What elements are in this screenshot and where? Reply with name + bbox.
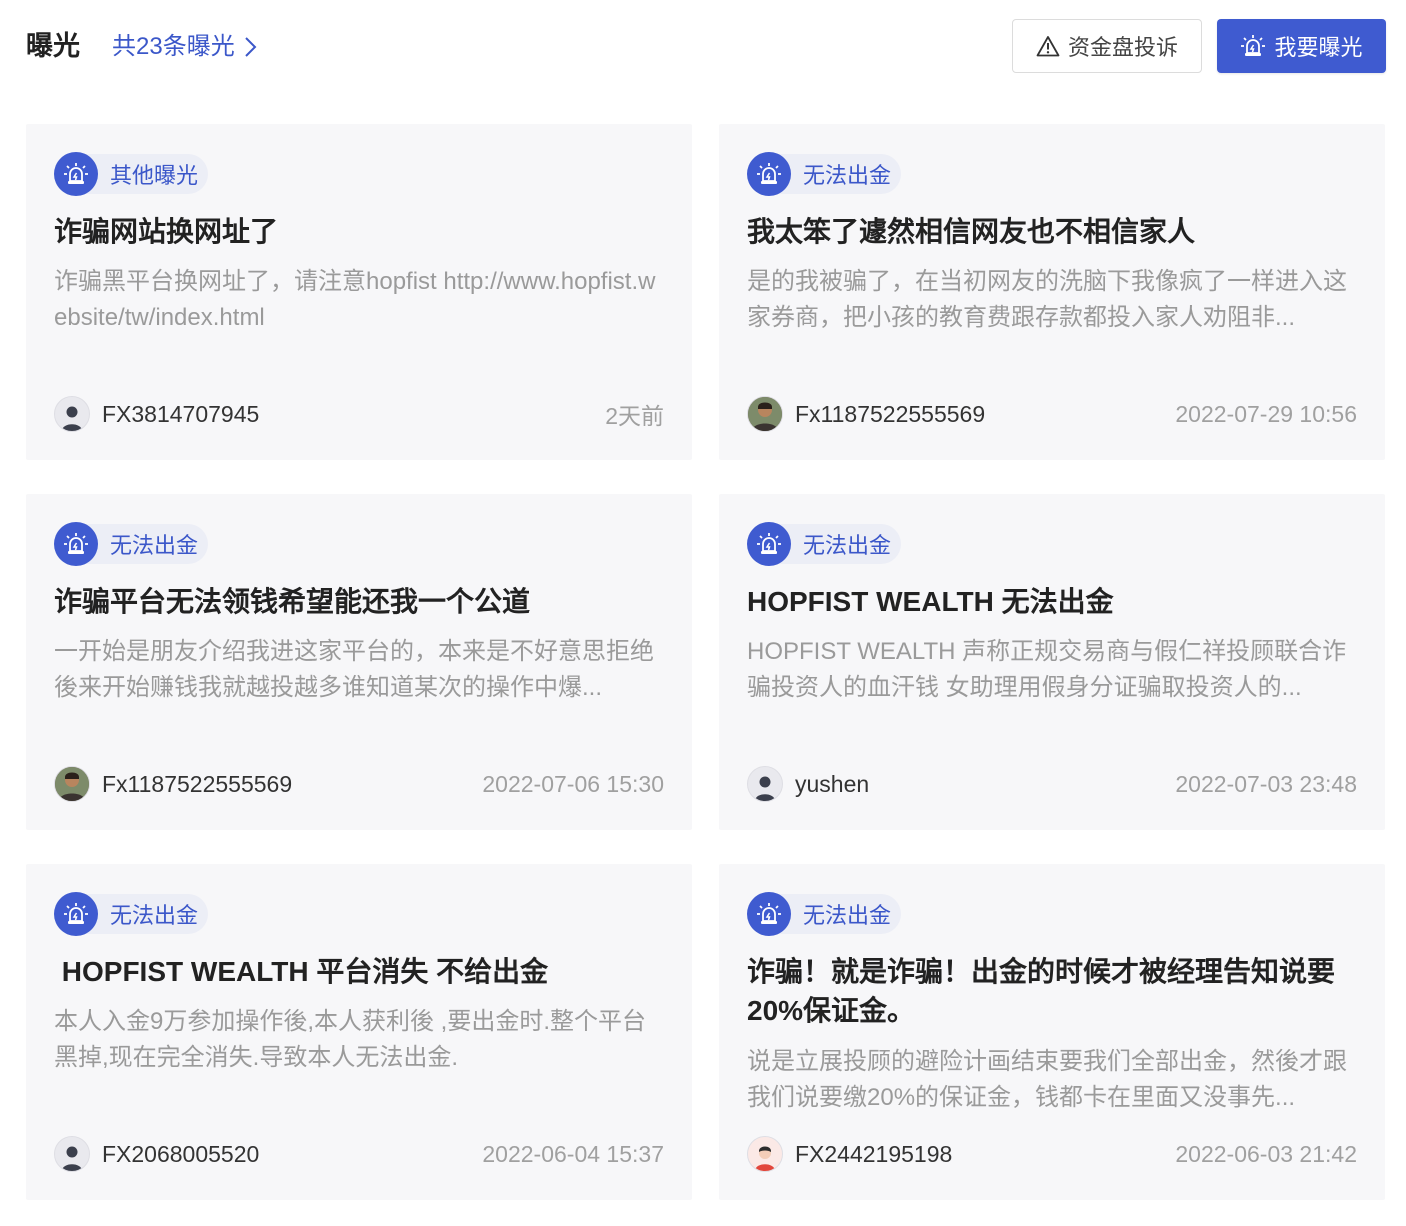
avatar <box>54 766 90 802</box>
alarm-icon <box>54 892 98 936</box>
avatar <box>747 1136 783 1172</box>
category-tag-label: 无法出金 <box>779 894 902 934</box>
category-tag: 其他曝光 <box>54 152 209 196</box>
exposure-count-label: 共23条曝光 <box>112 33 235 60</box>
card-footer: Fx1187522555569 2022-07-06 15:30 <box>54 766 664 802</box>
author-name: Fx1187522555569 <box>795 400 986 427</box>
category-tag-label: 无法出金 <box>779 524 902 564</box>
card-title: HOPFIST WEALTH 平台消失 不给出金 <box>54 956 549 987</box>
post-time: 2022-07-06 15:30 <box>482 770 664 797</box>
post-time: 2天前 <box>605 403 664 429</box>
card-footer: FX3814707945 2天前 <box>54 396 664 432</box>
category-tag: 无法出金 <box>747 152 902 196</box>
exposure-card[interactable]: 无法出金 诈骗平台无法领钱希望能还我一个公道 一开始是朋友介绍我进这家平台的，本… <box>26 494 692 830</box>
author-name: Fx1187522555569 <box>102 770 293 797</box>
complaint-button[interactable]: 资金盘投诉 <box>1012 19 1202 73</box>
category-tag-label: 无法出金 <box>86 524 209 564</box>
card-title: 诈骗平台无法领钱希望能还我一个公道 <box>54 586 531 617</box>
alarm-icon <box>1241 35 1266 56</box>
author-name: FX3814707945 <box>102 400 260 427</box>
author-name: yushen <box>795 770 870 797</box>
exposure-card[interactable]: 无法出金 HOPFIST WEALTH 平台消失 不给出金 本人入金9万参加操作… <box>26 864 692 1200</box>
alarm-icon <box>747 892 791 936</box>
card-title: 诈骗！就是诈骗！出金的时候才被经理告知说要20%保证金。 <box>747 956 1336 1026</box>
card-footer: yushen 2022-07-03 23:48 <box>747 766 1357 802</box>
expose-button[interactable]: 我要曝光 <box>1217 19 1386 73</box>
category-tag-label: 其他曝光 <box>86 154 209 194</box>
chevron-right-icon <box>244 37 257 57</box>
exposure-card[interactable]: 无法出金 我太笨了遽然相信网友也不相信家人 是的我被骗了，在当初网友的洗脑下我像… <box>719 124 1385 460</box>
avatar <box>54 1136 90 1172</box>
exposure-card[interactable]: 无法出金 HOPFIST WEALTH 无法出金 HOPFIST WEALTH … <box>719 494 1385 830</box>
post-time: 2022-06-04 15:37 <box>482 1140 664 1167</box>
category-tag-label: 无法出金 <box>86 894 209 934</box>
card-footer: FX2442195198 2022-06-03 21:42 <box>747 1136 1357 1172</box>
alarm-icon <box>747 522 791 566</box>
card-description: HOPFIST WEALTH 声称正规交易商与假仁祥投顾联合诈骗投资人的血汗钱 … <box>747 638 1347 701</box>
card-title: HOPFIST WEALTH 无法出金 <box>747 586 1114 617</box>
card-footer: FX2068005520 2022-06-04 15:37 <box>54 1136 664 1172</box>
exposure-card[interactable]: 其他曝光 诈骗网站换网址了 诈骗黑平台换网址了，请注意hopfist http:… <box>26 124 692 460</box>
card-title: 诈骗网站换网址了 <box>54 216 279 247</box>
card-description: 本人入金9万参加操作後,本人获利後 ,要出金时.整个平台黑掉,现在完全消失.导致… <box>54 1008 647 1071</box>
category-tag: 无法出金 <box>54 522 209 566</box>
category-tag-label: 无法出金 <box>779 154 902 194</box>
alarm-icon <box>747 152 791 196</box>
category-tag: 无法出金 <box>54 892 209 936</box>
alarm-icon <box>54 522 98 566</box>
avatar <box>54 396 90 432</box>
card-description: 说是立展投顾的避险计画结束要我们全部出金，然後才跟我们说要缴20%的保证金，钱都… <box>747 1048 1347 1111</box>
complaint-button-label: 资金盘投诉 <box>1067 35 1178 60</box>
warning-icon <box>1036 36 1060 57</box>
page-header: 曝光 共23条曝光 资金盘投诉 我要曝光 <box>0 0 1406 100</box>
post-time: 2022-07-29 10:56 <box>1175 400 1357 427</box>
exposure-card[interactable]: 无法出金 诈骗！就是诈骗！出金的时候才被经理告知说要20%保证金。 说是立展投顾… <box>719 864 1385 1200</box>
exposure-count-link[interactable]: 共23条曝光 <box>112 30 259 64</box>
category-tag: 无法出金 <box>747 522 902 566</box>
post-time: 2022-06-03 21:42 <box>1175 1140 1357 1167</box>
author-name: FX2068005520 <box>102 1140 260 1167</box>
card-footer: Fx1187522555569 2022-07-29 10:56 <box>747 396 1357 432</box>
card-description: 是的我被骗了，在当初网友的洗脑下我像疯了一样进入这家券商，把小孩的教育费跟存款都… <box>747 268 1347 331</box>
card-title: 我太笨了遽然相信网友也不相信家人 <box>747 216 1196 247</box>
card-description: 一开始是朋友介绍我进这家平台的，本来是不好意思拒绝後来开始赚钱我就越投越多谁知道… <box>54 638 654 701</box>
category-tag: 无法出金 <box>747 892 902 936</box>
page-title: 曝光 <box>26 31 80 61</box>
card-description: 诈骗黑平台换网址了，请注意hopfist http://www.hopfist.… <box>54 268 656 331</box>
avatar <box>747 396 783 432</box>
author-name: FX2442195198 <box>795 1140 953 1167</box>
expose-button-label: 我要曝光 <box>1274 35 1363 60</box>
post-time: 2022-07-03 23:48 <box>1175 770 1357 797</box>
alarm-icon <box>54 152 98 196</box>
avatar <box>747 766 783 802</box>
